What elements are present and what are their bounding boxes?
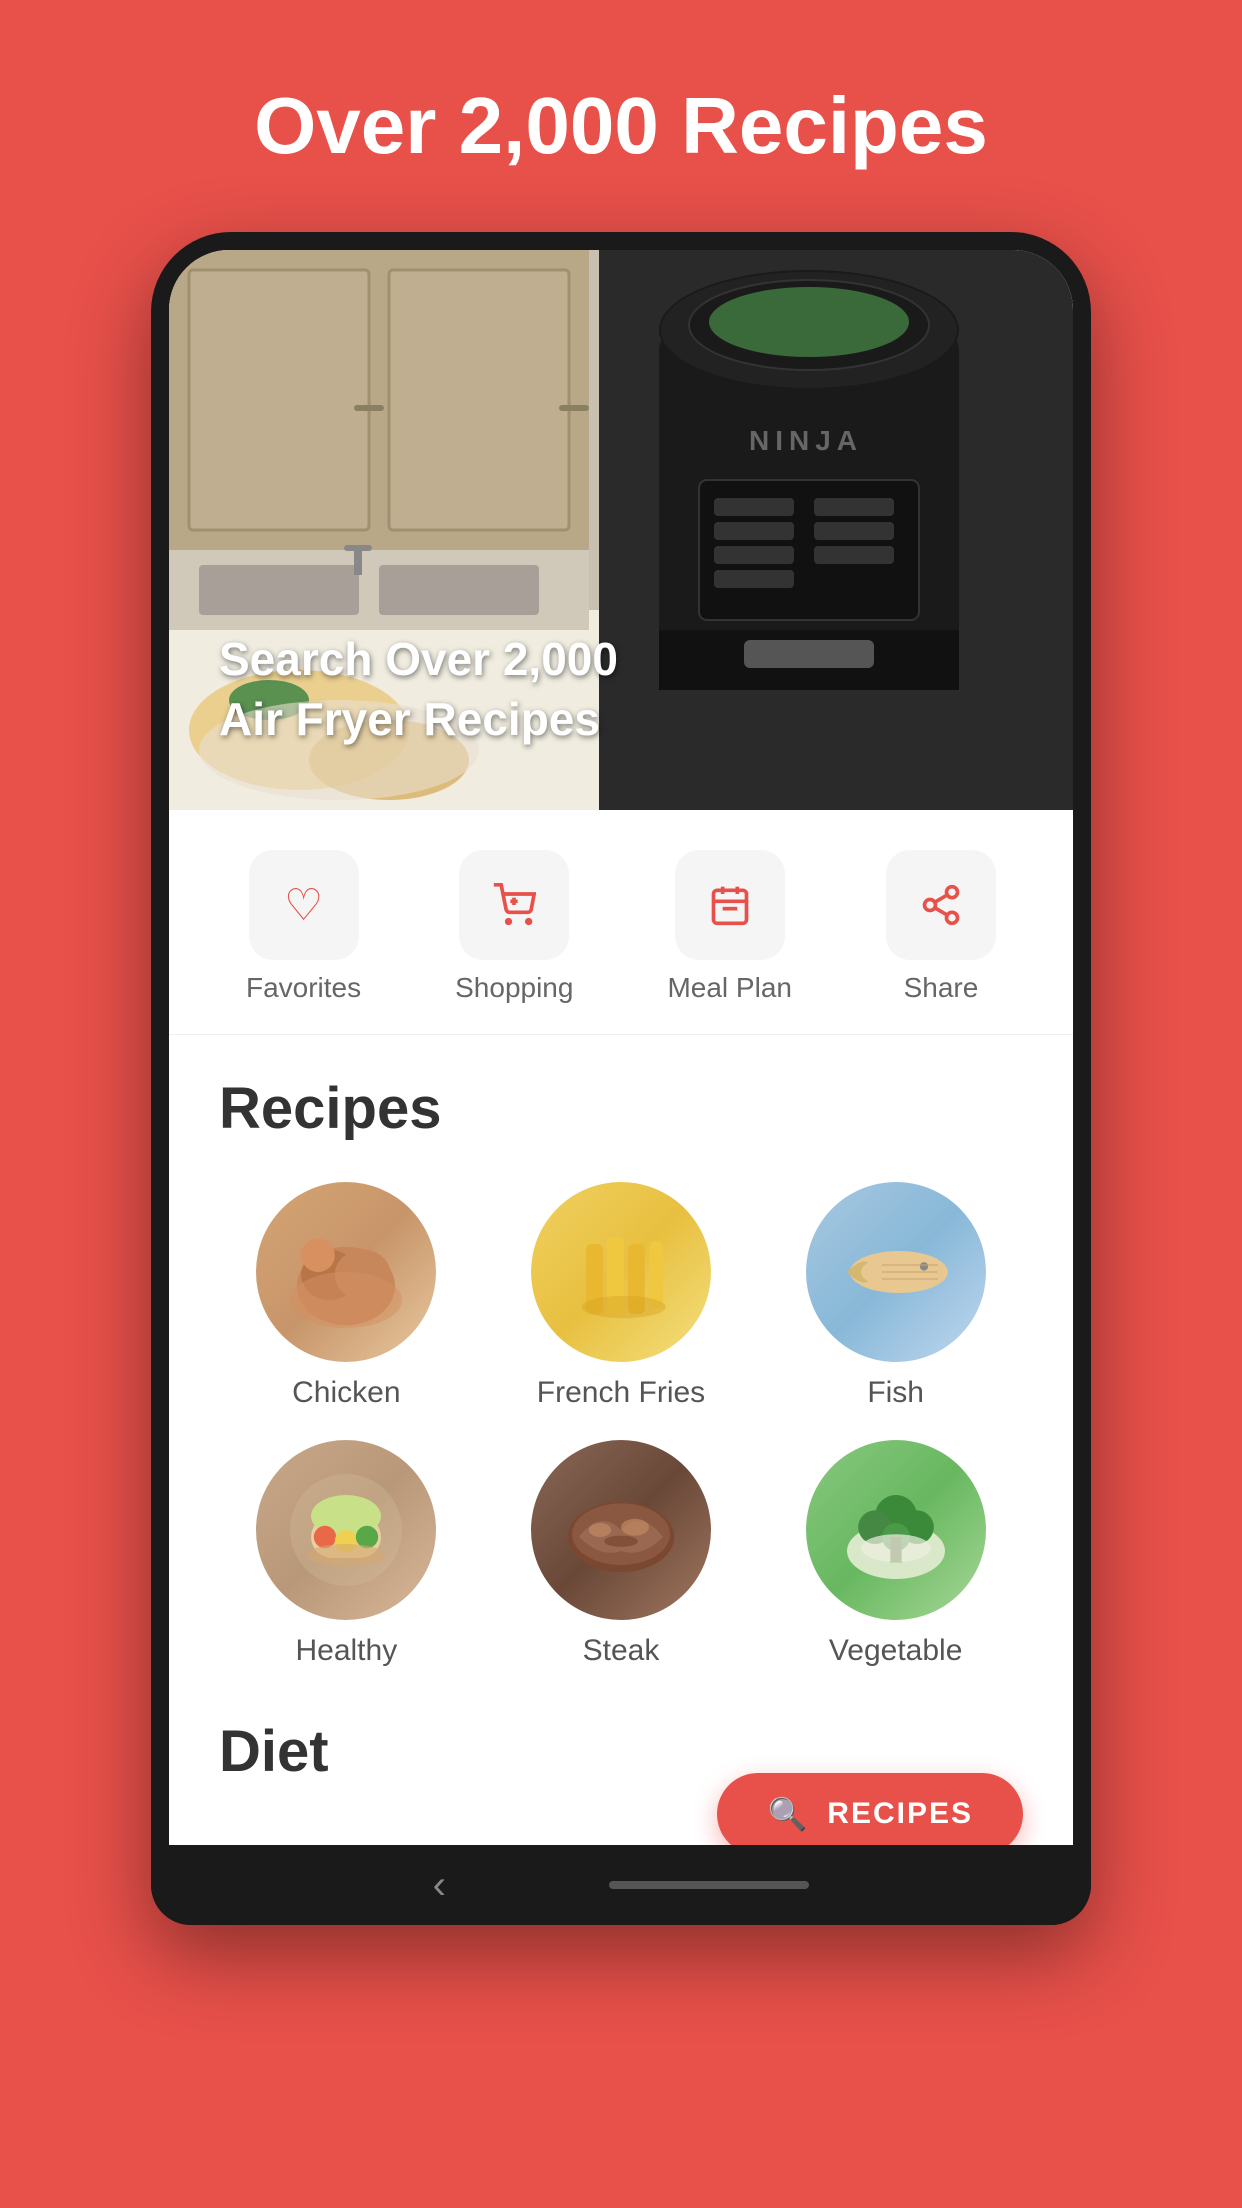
recipe-item-chicken[interactable]: Chicken	[219, 1182, 474, 1410]
recipe-circle-steak	[531, 1440, 711, 1620]
recipes-section: Recipes	[169, 1035, 1073, 1688]
recipe-item-healthy[interactable]: Healthy	[219, 1440, 474, 1668]
share-label: Share	[904, 972, 979, 1004]
search-recipes-button[interactable]: 🔍 RECIPES	[717, 1773, 1023, 1845]
recipe-label-healthy: Healthy	[295, 1634, 397, 1668]
recipe-circle-vegetable	[806, 1440, 986, 1620]
shopping-action[interactable]: Shopping	[455, 850, 573, 1004]
recipe-label-fries: French Fries	[537, 1376, 705, 1410]
recipe-item-fish[interactable]: Fish	[768, 1182, 1023, 1410]
phone-device: NINJA	[151, 232, 1091, 1925]
recipe-circle-chicken	[256, 1182, 436, 1362]
search-button-label: RECIPES	[827, 1797, 973, 1831]
quick-actions-bar: ♡ Favorites Shopping	[169, 810, 1073, 1035]
recipe-item-fries[interactable]: French Fries	[494, 1182, 749, 1410]
favorites-action[interactable]: ♡ Favorites	[246, 850, 361, 1004]
search-button-icon: 🔍	[767, 1795, 809, 1833]
phone-bottom-bar: ‹	[151, 1845, 1091, 1925]
favorites-icon-box: ♡	[249, 850, 359, 960]
recipe-label-fish: Fish	[867, 1376, 924, 1410]
home-indicator	[609, 1881, 809, 1889]
header-title: Over 2,000 Recipes	[0, 0, 1242, 232]
back-button[interactable]: ‹	[433, 1863, 446, 1908]
recipe-item-vegetable[interactable]: Vegetable	[768, 1440, 1023, 1668]
svg-text:NINJA: NINJA	[749, 425, 863, 456]
hero-text: Search Over 2,000 Air Fryer Recipes	[219, 630, 659, 750]
recipe-label-vegetable: Vegetable	[829, 1634, 962, 1668]
diet-section: Diet 🔍 RECIPES	[169, 1688, 1073, 1845]
recipe-item-steak[interactable]: Steak	[494, 1440, 749, 1668]
shopping-label: Shopping	[455, 972, 573, 1004]
recipe-circle-fries	[531, 1182, 711, 1362]
shopping-icon-box	[459, 850, 569, 960]
hero-image: NINJA	[169, 250, 1073, 810]
recipes-title: Recipes	[219, 1075, 1023, 1142]
share-action[interactable]: Share	[886, 850, 996, 1004]
recipe-label-steak: Steak	[583, 1634, 660, 1668]
meal-plan-action[interactable]: Meal Plan	[667, 850, 792, 1004]
share-icon-box	[886, 850, 996, 960]
favorites-label: Favorites	[246, 972, 361, 1004]
recipe-circle-healthy	[256, 1440, 436, 1620]
meal-plan-label: Meal Plan	[667, 972, 792, 1004]
meal-plan-icon-box	[675, 850, 785, 960]
recipe-circle-fish	[806, 1182, 986, 1362]
recipe-label-chicken: Chicken	[292, 1376, 400, 1410]
recipe-grid: Chicken Frenc	[219, 1182, 1023, 1668]
phone-screen: NINJA	[169, 250, 1073, 1845]
